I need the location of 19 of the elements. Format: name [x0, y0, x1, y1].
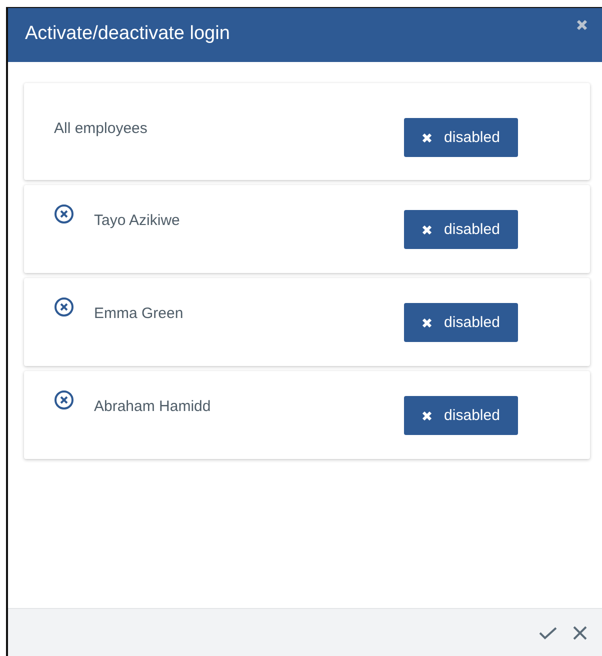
- employee-name: All employees: [54, 120, 148, 137]
- close-icon: [422, 318, 432, 328]
- toggle-button[interactable]: disabled: [404, 396, 518, 435]
- dialog-title: Activate/deactivate login: [25, 23, 230, 45]
- remove-icon[interactable]: [54, 390, 74, 410]
- employee-name: Abraham Hamidd: [94, 398, 211, 415]
- close-icon: [422, 132, 432, 142]
- remove-icon[interactable]: [54, 296, 74, 316]
- toggle-button[interactable]: disabled: [404, 303, 518, 342]
- confirm-button[interactable]: [538, 624, 558, 640]
- toggle-button[interactable]: disabled: [404, 118, 518, 157]
- employee-name: Emma Green: [94, 305, 184, 322]
- close-icon: [422, 410, 432, 420]
- close-button[interactable]: [576, 19, 588, 31]
- cancel-button[interactable]: [572, 624, 588, 640]
- remove-icon[interactable]: [54, 204, 74, 224]
- close-icon: [422, 224, 432, 234]
- toggle-button[interactable]: disabled: [404, 210, 518, 249]
- employee-name: Tayo Azikiwe: [94, 212, 180, 229]
